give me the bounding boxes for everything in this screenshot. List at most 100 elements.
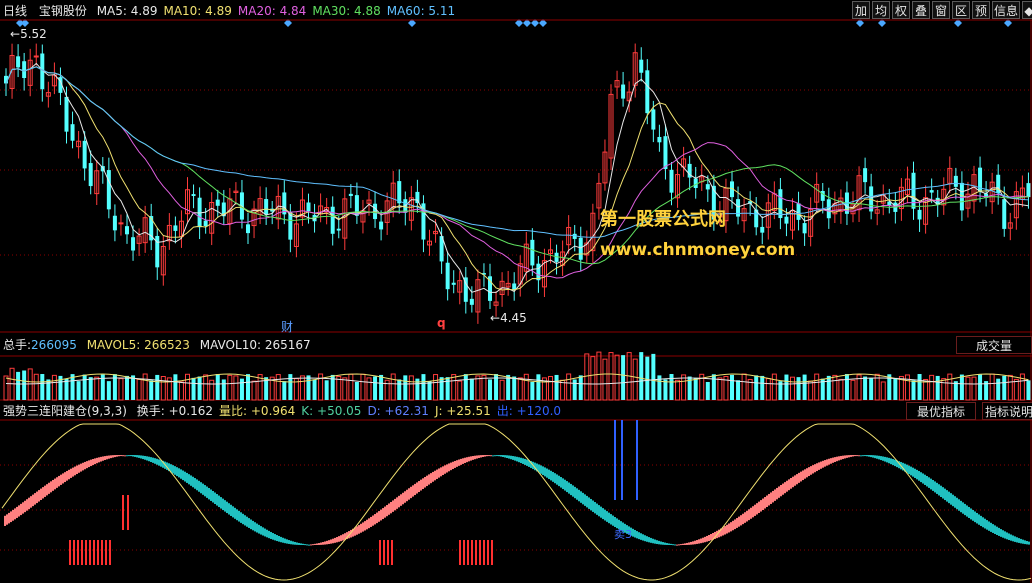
candle-body bbox=[70, 124, 75, 141]
kd-ribbon bbox=[732, 520, 734, 531]
indicator-help-button[interactable]: 指标说明 bbox=[982, 402, 1032, 420]
best-indicator-button[interactable]: 最优指标 bbox=[906, 402, 976, 420]
volume-bar bbox=[185, 373, 190, 401]
kd-ribbon bbox=[894, 459, 896, 467]
kd-ribbon bbox=[654, 539, 656, 544]
candle-body bbox=[760, 226, 765, 233]
kd-ribbon bbox=[282, 537, 284, 543]
volume-bar bbox=[499, 379, 505, 401]
kd-ribbon bbox=[612, 515, 614, 526]
volume-bar bbox=[439, 377, 444, 400]
event-marker-q[interactable]: q bbox=[437, 316, 446, 330]
kd-ribbon bbox=[452, 461, 454, 470]
kd-ribbon bbox=[138, 455, 140, 458]
kd-ribbon bbox=[320, 542, 322, 545]
kd-ribbon bbox=[758, 501, 760, 513]
kd-ribbon bbox=[390, 501, 392, 514]
kd-ribbon bbox=[568, 482, 570, 494]
kd-ribbon bbox=[78, 464, 80, 473]
volume-bar bbox=[566, 373, 572, 401]
kd-ribbon bbox=[104, 456, 106, 461]
kd-ribbon bbox=[130, 455, 132, 457]
kd-ribbon bbox=[934, 481, 936, 493]
volume-bar bbox=[959, 374, 964, 400]
kd-ribbon bbox=[638, 532, 640, 540]
candle-body bbox=[106, 170, 111, 210]
kd-ribbon bbox=[114, 455, 116, 458]
volume-bar bbox=[935, 375, 940, 400]
kd-ribbon bbox=[128, 455, 130, 457]
volume-bar bbox=[584, 353, 590, 401]
kd-ribbon bbox=[322, 542, 324, 545]
candle-body bbox=[1026, 183, 1031, 198]
kd-ribbon bbox=[952, 494, 954, 507]
candle-body bbox=[651, 109, 656, 130]
volume-bar bbox=[118, 378, 124, 401]
mavol5-label: MAVOL5: bbox=[86, 338, 141, 352]
kd-ribbon bbox=[474, 455, 476, 460]
kd-ribbon bbox=[470, 456, 472, 461]
candle-body bbox=[82, 140, 87, 169]
volume-bar bbox=[481, 374, 487, 401]
volume-bar bbox=[929, 374, 935, 401]
kd-ribbon bbox=[464, 457, 466, 464]
kd-ribbon bbox=[870, 455, 872, 458]
kd-ribbon bbox=[948, 491, 950, 504]
candle-body bbox=[451, 282, 456, 285]
kd-ribbon bbox=[942, 487, 944, 499]
kd-ribbon bbox=[456, 460, 458, 467]
kd-ribbon bbox=[698, 539, 700, 544]
kd-ribbon bbox=[366, 519, 368, 530]
kd-ribbon bbox=[918, 471, 920, 481]
kd-ribbon bbox=[822, 460, 824, 468]
kd-ribbon bbox=[100, 456, 102, 462]
candle-body bbox=[645, 70, 650, 114]
kd-ribbon bbox=[828, 458, 830, 465]
kd-ribbon bbox=[788, 479, 790, 491]
kd-ribbon bbox=[46, 484, 48, 496]
kd-ribbon bbox=[702, 537, 704, 543]
candle-body bbox=[621, 84, 626, 99]
volume-bar bbox=[160, 376, 166, 401]
kd-ribbon bbox=[442, 466, 444, 476]
kd-ribbon bbox=[380, 509, 382, 521]
candle-body bbox=[415, 191, 420, 204]
volume-button[interactable]: 成交量 bbox=[956, 336, 1032, 354]
kd-ribbon bbox=[734, 519, 736, 530]
kd-ribbon bbox=[752, 506, 754, 518]
kd-ribbon bbox=[386, 505, 388, 517]
kd-ribbon bbox=[824, 460, 826, 467]
kd-ribbon bbox=[974, 511, 976, 523]
kd-ribbon bbox=[440, 467, 442, 477]
kd-ribbon bbox=[690, 541, 692, 545]
kd-ribbon bbox=[644, 535, 646, 542]
kd-ribbon bbox=[692, 541, 694, 545]
kd-ribbon bbox=[740, 515, 742, 526]
kd-ribbon bbox=[142, 455, 144, 460]
volume-bar bbox=[989, 373, 995, 401]
kd-ribbon bbox=[94, 458, 96, 465]
volume-bar bbox=[421, 374, 426, 400]
indicator-name[interactable]: 强势三连阳建仓(9,3,3) bbox=[3, 404, 127, 418]
kd-ribbon bbox=[1006, 532, 1008, 540]
kd-ribbon bbox=[1026, 541, 1028, 545]
kd-ribbon bbox=[358, 525, 360, 534]
finance-marker[interactable]: 财 bbox=[281, 318, 293, 335]
kd-ribbon bbox=[396, 497, 398, 509]
kd-ribbon bbox=[312, 544, 314, 546]
candle-body bbox=[863, 168, 868, 183]
kd-ribbon bbox=[954, 496, 956, 508]
kd-ribbon bbox=[436, 469, 438, 479]
kd-ribbon bbox=[930, 478, 932, 490]
kd-ribbon bbox=[994, 525, 996, 534]
volume-bar bbox=[445, 377, 450, 400]
kd-ribbon bbox=[988, 521, 990, 531]
kd-ribbon bbox=[182, 470, 184, 481]
volume-bar bbox=[88, 377, 93, 400]
kd-ribbon bbox=[388, 503, 390, 515]
volume-bar bbox=[869, 377, 874, 400]
candlestick-chart[interactable] bbox=[0, 0, 1032, 583]
candle-body bbox=[397, 181, 402, 204]
kd-ribbon bbox=[746, 510, 748, 522]
volume-bar bbox=[863, 376, 868, 400]
